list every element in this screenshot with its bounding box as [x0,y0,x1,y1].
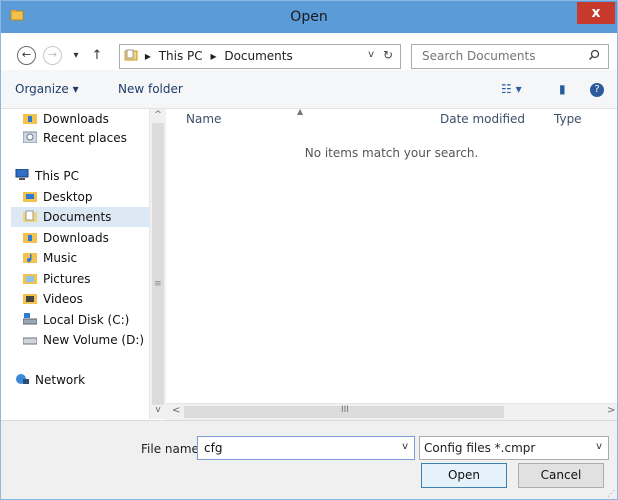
sidebar-item-label: This PC [35,169,79,183]
documents-folder-icon [23,210,37,222]
file-name-dropdown-button[interactable]: v [402,441,408,452]
view-options-button[interactable]: ☷ ▾ [501,82,522,96]
downloads-folder-icon [23,114,37,124]
preview-pane-button[interactable]: ▮ [559,82,566,96]
open-dialog: Open x ← → ▾ ↑ ▸ This PC ▸ Documents v ↻ [0,0,618,500]
breadcrumb-documents[interactable]: Documents [224,49,292,63]
forward-button[interactable]: → [43,46,62,65]
scroll-grip-icon: ≡ [154,279,162,289]
open-button[interactable]: Open [421,463,507,488]
empty-message: No items match your search. [304,146,479,160]
column-header-date-modified[interactable]: Date modified [440,112,525,126]
sidebar-item-label: Recent places [43,131,127,145]
scroll-up-button[interactable]: ^ [150,110,166,120]
address-bar[interactable]: ▸ This PC ▸ Documents v ↻ [119,44,401,69]
search-icon[interactable] [588,49,600,61]
search-input[interactable] [420,48,574,64]
column-header-name[interactable]: Name [186,112,221,126]
drive-icon [23,337,37,345]
file-list[interactable]: Name ▲ Date modified Type No items match… [166,107,617,403]
sidebar-item-label: Pictures [43,272,91,286]
cancel-button[interactable]: Cancel [518,463,604,488]
sidebar-item-label: Music [43,251,78,265]
file-name-area: File name: v Config files *.cmpr v Open … [1,420,617,499]
column-header-type[interactable]: Type [554,112,582,126]
recent-locations-button[interactable]: ▾ [66,46,86,66]
sidebar-item-pictures[interactable]: Pictures [23,269,91,289]
sidebar-item-label: Downloads [43,231,109,245]
close-button[interactable]: x [577,2,615,24]
breadcrumb-separator[interactable]: ▸ [210,49,216,63]
sidebar-item-new-volume-d[interactable]: New Volume (D:) [23,330,144,350]
navigation-pane: Downloads Recent places This PC Desktop … [1,109,165,419]
desktop-folder-icon [23,192,37,202]
sidebar-item-desktop[interactable]: Desktop [23,187,93,207]
sort-ascending-icon: ▲ [297,107,304,116]
sidebar-item-videos[interactable]: Videos [23,289,83,309]
refresh-button[interactable]: ↻ [383,48,393,62]
sidebar-item-label: New Volume (D:) [43,333,145,347]
scroll-left-button[interactable]: < [172,405,180,416]
new-folder-button[interactable]: New folder [118,82,183,96]
file-type-select[interactable]: Config files *.cmpr v [419,436,609,460]
sidebar-item-documents[interactable]: Documents [11,207,149,227]
sidebar-item-label: Downloads [43,112,109,126]
sidebar-item-recent-places[interactable]: Recent places [23,128,127,148]
music-folder-icon [23,253,37,263]
scroll-down-button[interactable]: v [150,405,166,415]
resize-grip-icon[interactable]: ⋰ [607,489,615,498]
address-row: ← → ▾ ↑ ▸ This PC ▸ Documents v ↻ [1,33,617,70]
up-button[interactable]: ↑ [87,46,107,66]
pictures-folder-icon [23,274,37,284]
network-icon [16,374,29,384]
sidebar-item-this-pc[interactable]: This PC [15,166,79,186]
file-type-dropdown-button[interactable]: v [596,441,602,452]
local-disk-icon [23,313,37,325]
recent-places-icon [23,131,37,143]
back-button[interactable]: ← [17,46,36,65]
address-dropdown-button[interactable]: v [368,49,374,60]
sidebar-item-label: Desktop [43,190,93,204]
sidebar-item-label: Network [35,373,86,387]
breadcrumb-separator[interactable]: ▸ [145,49,151,63]
downloads-folder-icon [23,233,37,243]
breadcrumb: ▸ This PC ▸ Documents [124,49,297,63]
sidebar-item-label: Documents [43,210,112,224]
file-name-input[interactable] [202,440,386,456]
search-box[interactable] [411,44,609,69]
file-name-label: File name: [141,442,203,456]
file-list-horizontal-scrollbar[interactable]: < III > [166,403,617,420]
file-name-combobox[interactable]: v [197,436,415,460]
scroll-thumb[interactable] [152,123,164,405]
window-title: Open [290,9,328,25]
help-button[interactable]: ? [590,83,604,97]
sidebar-item-network[interactable]: Network [15,370,85,390]
sidebar-item-downloads-quick[interactable]: Downloads [23,109,109,129]
sidebar-item-label: Videos [43,292,83,306]
command-bar: Organize ▾ New folder ☷ ▾ ▮ ? [1,70,617,109]
file-type-value: Config files *.cmpr [424,441,536,455]
breadcrumb-this-pc[interactable]: This PC [159,49,203,63]
sidebar-item-label: Local Disk (C:) [43,313,130,327]
videos-folder-icon [23,294,37,304]
computer-icon [15,169,29,180]
navigation-scrollbar[interactable]: ^ ≡ v [149,109,166,419]
sidebar-item-downloads[interactable]: Downloads [23,228,109,248]
sidebar-item-local-disk-c[interactable]: Local Disk (C:) [23,310,129,330]
organize-menu-button[interactable]: Organize ▾ [15,82,79,96]
documents-folder-icon [124,49,138,61]
sidebar-item-music[interactable]: Music [23,248,77,268]
scroll-right-button[interactable]: > [607,405,615,416]
horizontal-scroll-grip-icon: III [341,405,349,415]
title-bar[interactable]: Open x [1,1,617,33]
